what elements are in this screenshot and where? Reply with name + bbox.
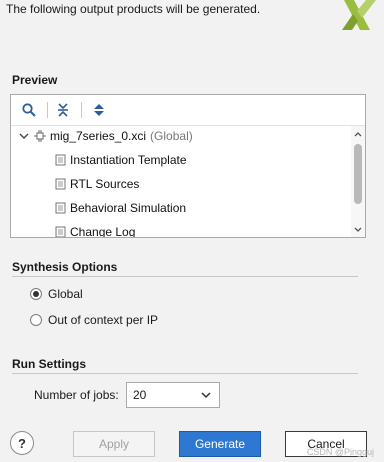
chevron-up-icon[interactable] <box>353 129 363 139</box>
help-button[interactable]: ? <box>10 431 34 455</box>
tree-item[interactable]: Behavioral Simulation <box>55 198 186 218</box>
divider <box>12 276 358 277</box>
generate-button[interactable]: Generate <box>179 431 261 457</box>
preview-title: Preview <box>12 73 58 87</box>
file-icon <box>55 202 66 214</box>
xilinx-logo <box>342 0 376 30</box>
search-icon[interactable] <box>19 100 39 120</box>
chevron-down-icon[interactable] <box>19 131 29 141</box>
tree-item-label: RTL Sources <box>70 177 140 191</box>
expand-all-icon[interactable] <box>89 100 109 120</box>
radio-out-of-context[interactable]: Out of context per IP <box>30 313 158 327</box>
divider <box>12 373 358 374</box>
jobs-select[interactable]: 20 <box>126 382 220 408</box>
tree-item-label: Behavioral Simulation <box>70 201 187 215</box>
chevron-down-icon <box>201 392 211 399</box>
intro-text: The following output products will be ge… <box>6 2 261 16</box>
tree-item[interactable]: RTL Sources <box>55 174 139 194</box>
ip-core-icon <box>34 130 46 142</box>
synthesis-options-title: Synthesis Options <box>12 260 118 274</box>
file-icon <box>55 226 66 237</box>
tree-item[interactable]: Change Log <box>55 222 135 237</box>
chevron-down-icon[interactable] <box>353 225 363 235</box>
radio-out-of-context-label: Out of context per IP <box>48 313 159 327</box>
jobs-select-value: 20 <box>133 388 147 402</box>
radio-button[interactable] <box>30 288 42 300</box>
preview-toolbar <box>11 95 365 126</box>
collapse-all-icon[interactable] <box>53 100 73 120</box>
tree-root[interactable]: mig_7series_0.xci (Global) <box>19 126 193 146</box>
radio-global-label: Global <box>48 287 83 301</box>
radio-button[interactable] <box>30 314 42 326</box>
tree-root-label: mig_7series_0.xci <box>50 129 147 143</box>
preview-panel: mig_7series_0.xci (Global) Instantiation… <box>10 94 366 238</box>
tree-item-label: Change Log <box>70 225 136 237</box>
watermark: CSDN @Pingguj <box>306 447 374 457</box>
jobs-label: Number of jobs: <box>34 388 119 402</box>
file-icon <box>55 154 66 166</box>
file-icon <box>55 178 66 190</box>
tree-item-label: Instantiation Template <box>70 153 187 167</box>
apply-button[interactable]: Apply <box>73 431 155 457</box>
tree-item[interactable]: Instantiation Template <box>55 150 187 170</box>
scrollbar-thumb[interactable] <box>354 144 362 204</box>
radio-global[interactable]: Global <box>30 287 83 301</box>
preview-scrollbar[interactable] <box>351 126 365 237</box>
output-products-tree: mig_7series_0.xci (Global) Instantiation… <box>11 126 351 237</box>
tree-root-suffix: (Global) <box>150 129 193 143</box>
run-settings-title: Run Settings <box>12 357 86 371</box>
